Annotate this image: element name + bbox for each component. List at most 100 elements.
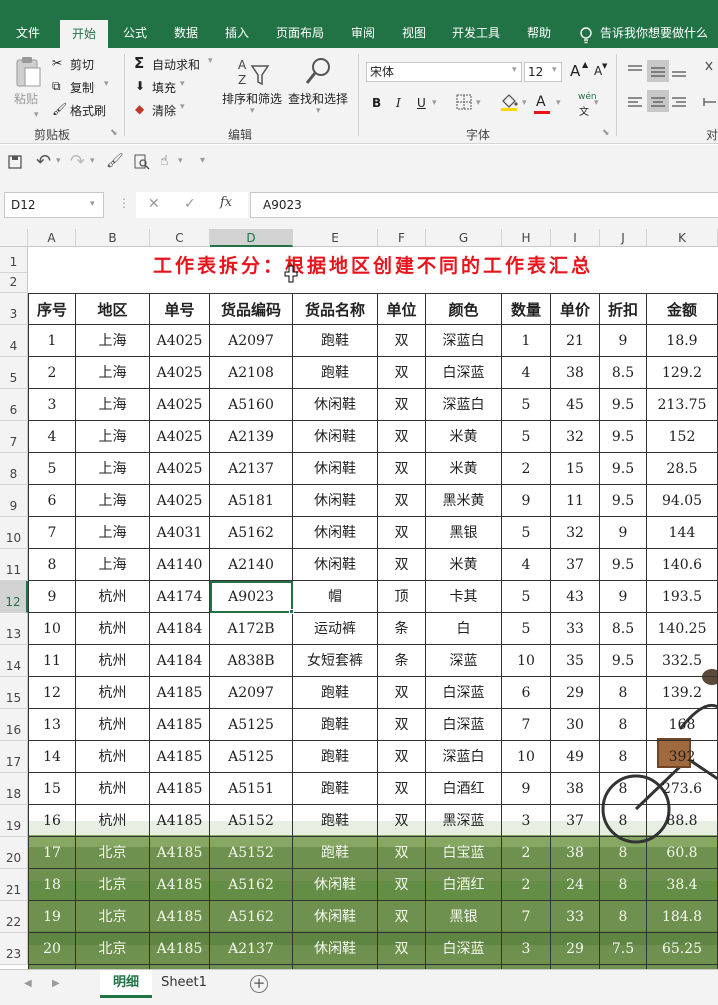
table-cell[interactable]: 1 [28, 325, 76, 357]
column-header-i[interactable]: I [551, 229, 600, 247]
autosum-icon[interactable]: Σ [134, 54, 144, 72]
table-cell[interactable]: 32 [551, 517, 600, 549]
table-cell[interactable]: A2137 [210, 933, 293, 965]
clipboard-launcher-icon[interactable]: ⬊ [110, 128, 118, 138]
header-cell[interactable]: 货品编码 [210, 293, 293, 325]
undo-dropdown-icon[interactable]: ▾ [56, 156, 61, 166]
table-cell[interactable]: 条 [378, 613, 426, 645]
paste-dropdown-icon[interactable]: ▾ [34, 110, 39, 120]
table-cell[interactable]: 双 [378, 549, 426, 581]
table-cell[interactable]: A4185 [150, 741, 210, 773]
table-cell[interactable]: A4184 [150, 613, 210, 645]
paste-label[interactable]: 粘贴 [14, 90, 38, 107]
copy-dropdown-icon[interactable]: ▾ [104, 79, 109, 89]
font-color-button[interactable]: A [536, 94, 546, 110]
table-cell[interactable]: A4025 [150, 421, 210, 453]
table-cell[interactable]: 38.4 [647, 869, 718, 901]
sort-filter-button[interactable]: 排序和筛选 [222, 90, 282, 107]
table-cell[interactable]: 65.25 [647, 933, 718, 965]
table-cell[interactable]: 双 [378, 421, 426, 453]
table-cell[interactable]: 5 [502, 613, 551, 645]
find-dropdown-icon[interactable]: ▾ [316, 106, 321, 116]
borders-icon[interactable] [456, 94, 472, 110]
menu-review[interactable]: 审阅 [340, 0, 386, 48]
table-cell[interactable]: 8 [600, 773, 647, 805]
table-cell[interactable]: 4 [502, 549, 551, 581]
table-cell[interactable]: 跑鞋 [293, 325, 378, 357]
font-launcher-icon[interactable]: ⬊ [602, 128, 610, 138]
font-color-dropdown-icon[interactable]: ▾ [556, 98, 561, 108]
table-cell[interactable]: A5162 [210, 901, 293, 933]
formula-input[interactable]: A9023 [250, 192, 718, 218]
table-cell[interactable]: 15 [551, 453, 600, 485]
table-cell[interactable]: A2137 [210, 453, 293, 485]
table-cell[interactable]: 休闲鞋 [293, 517, 378, 549]
table-cell[interactable]: A4185 [150, 709, 210, 741]
table-cell[interactable]: 白深蓝 [426, 933, 502, 965]
table-cell[interactable]: A4185 [150, 933, 210, 965]
table-cell[interactable]: 9 [600, 325, 647, 357]
shrink-font-button[interactable]: A [594, 64, 602, 78]
table-cell[interactable]: A4185 [150, 805, 210, 837]
table-cell[interactable]: 20 [28, 933, 76, 965]
table-cell[interactable]: 9.5 [600, 549, 647, 581]
header-cell[interactable]: 单号 [150, 293, 210, 325]
table-cell[interactable]: 双 [378, 357, 426, 389]
table-cell[interactable]: 卡其 [426, 581, 502, 613]
table-cell[interactable]: A4185 [150, 869, 210, 901]
table-cell[interactable]: 白深蓝 [426, 677, 502, 709]
row-header-16[interactable]: 16 [0, 709, 28, 741]
table-cell[interactable]: A4184 [150, 645, 210, 677]
font-name-select[interactable]: 宋体 [366, 62, 522, 82]
table-cell[interactable]: 双 [378, 389, 426, 421]
table-cell[interactable]: 跑鞋 [293, 709, 378, 741]
table-cell[interactable]: 3 [502, 933, 551, 965]
table-cell[interactable]: 米黄 [426, 453, 502, 485]
menu-developer[interactable]: 开发工具 [442, 0, 510, 48]
menu-data[interactable]: 数据 [162, 0, 210, 48]
print-preview-icon[interactable] [134, 154, 150, 170]
row-header-14[interactable]: 14 [0, 645, 28, 677]
eraser-icon[interactable]: ◆ [135, 102, 144, 116]
table-cell[interactable]: 双 [378, 709, 426, 741]
table-cell[interactable]: 13 [28, 709, 76, 741]
enter-icon[interactable]: ✓ [184, 196, 196, 212]
column-header-g[interactable]: G [426, 229, 502, 247]
sheet-tab-sheet1[interactable]: Sheet1 [156, 970, 212, 998]
row-header-4[interactable]: 4 [0, 325, 28, 357]
table-cell[interactable]: 3 [502, 805, 551, 837]
italic-button[interactable]: I [396, 96, 401, 110]
table-cell[interactable]: 29 [551, 677, 600, 709]
table-cell[interactable]: A4025 [150, 485, 210, 517]
table-cell[interactable]: 双 [378, 933, 426, 965]
format-painter-icon[interactable]: 🖌 [52, 102, 67, 116]
row-header-17[interactable]: 17 [0, 741, 28, 773]
table-cell[interactable]: 38 [551, 837, 600, 869]
table-cell[interactable]: 上海 [76, 357, 150, 389]
table-cell[interactable]: 8.5 [600, 357, 647, 389]
fill-icon[interactable]: ⬇ [135, 79, 145, 93]
column-header-f[interactable]: F [378, 229, 426, 247]
bold-button[interactable]: B [372, 96, 381, 110]
table-cell[interactable]: 9.5 [600, 485, 647, 517]
table-cell[interactable]: 北京 [76, 869, 150, 901]
table-cell[interactable]: 9 [28, 581, 76, 613]
table-cell[interactable]: A4025 [150, 357, 210, 389]
font-size-dropdown-icon[interactable]: ▾ [552, 65, 557, 75]
table-cell[interactable]: 38 [551, 357, 600, 389]
table-cell[interactable]: 上海 [76, 549, 150, 581]
table-cell[interactable]: 24 [551, 869, 600, 901]
table-cell[interactable]: 2 [28, 357, 76, 389]
table-cell[interactable]: 37 [551, 805, 600, 837]
touch-dropdown-icon[interactable]: ▾ [178, 156, 183, 166]
table-cell[interactable]: 11 [551, 485, 600, 517]
phonetic-dropdown-icon[interactable]: ▾ [594, 98, 599, 108]
table-cell[interactable]: 深蓝白 [426, 741, 502, 773]
table-cell[interactable]: 45 [551, 389, 600, 421]
table-cell[interactable]: 9.5 [600, 421, 647, 453]
table-cell[interactable]: 上海 [76, 389, 150, 421]
table-cell[interactable]: 273.6 [647, 773, 718, 805]
table-cell[interactable]: 米黄 [426, 421, 502, 453]
menu-view[interactable]: 视图 [392, 0, 436, 48]
table-cell[interactable]: 8 [600, 677, 647, 709]
